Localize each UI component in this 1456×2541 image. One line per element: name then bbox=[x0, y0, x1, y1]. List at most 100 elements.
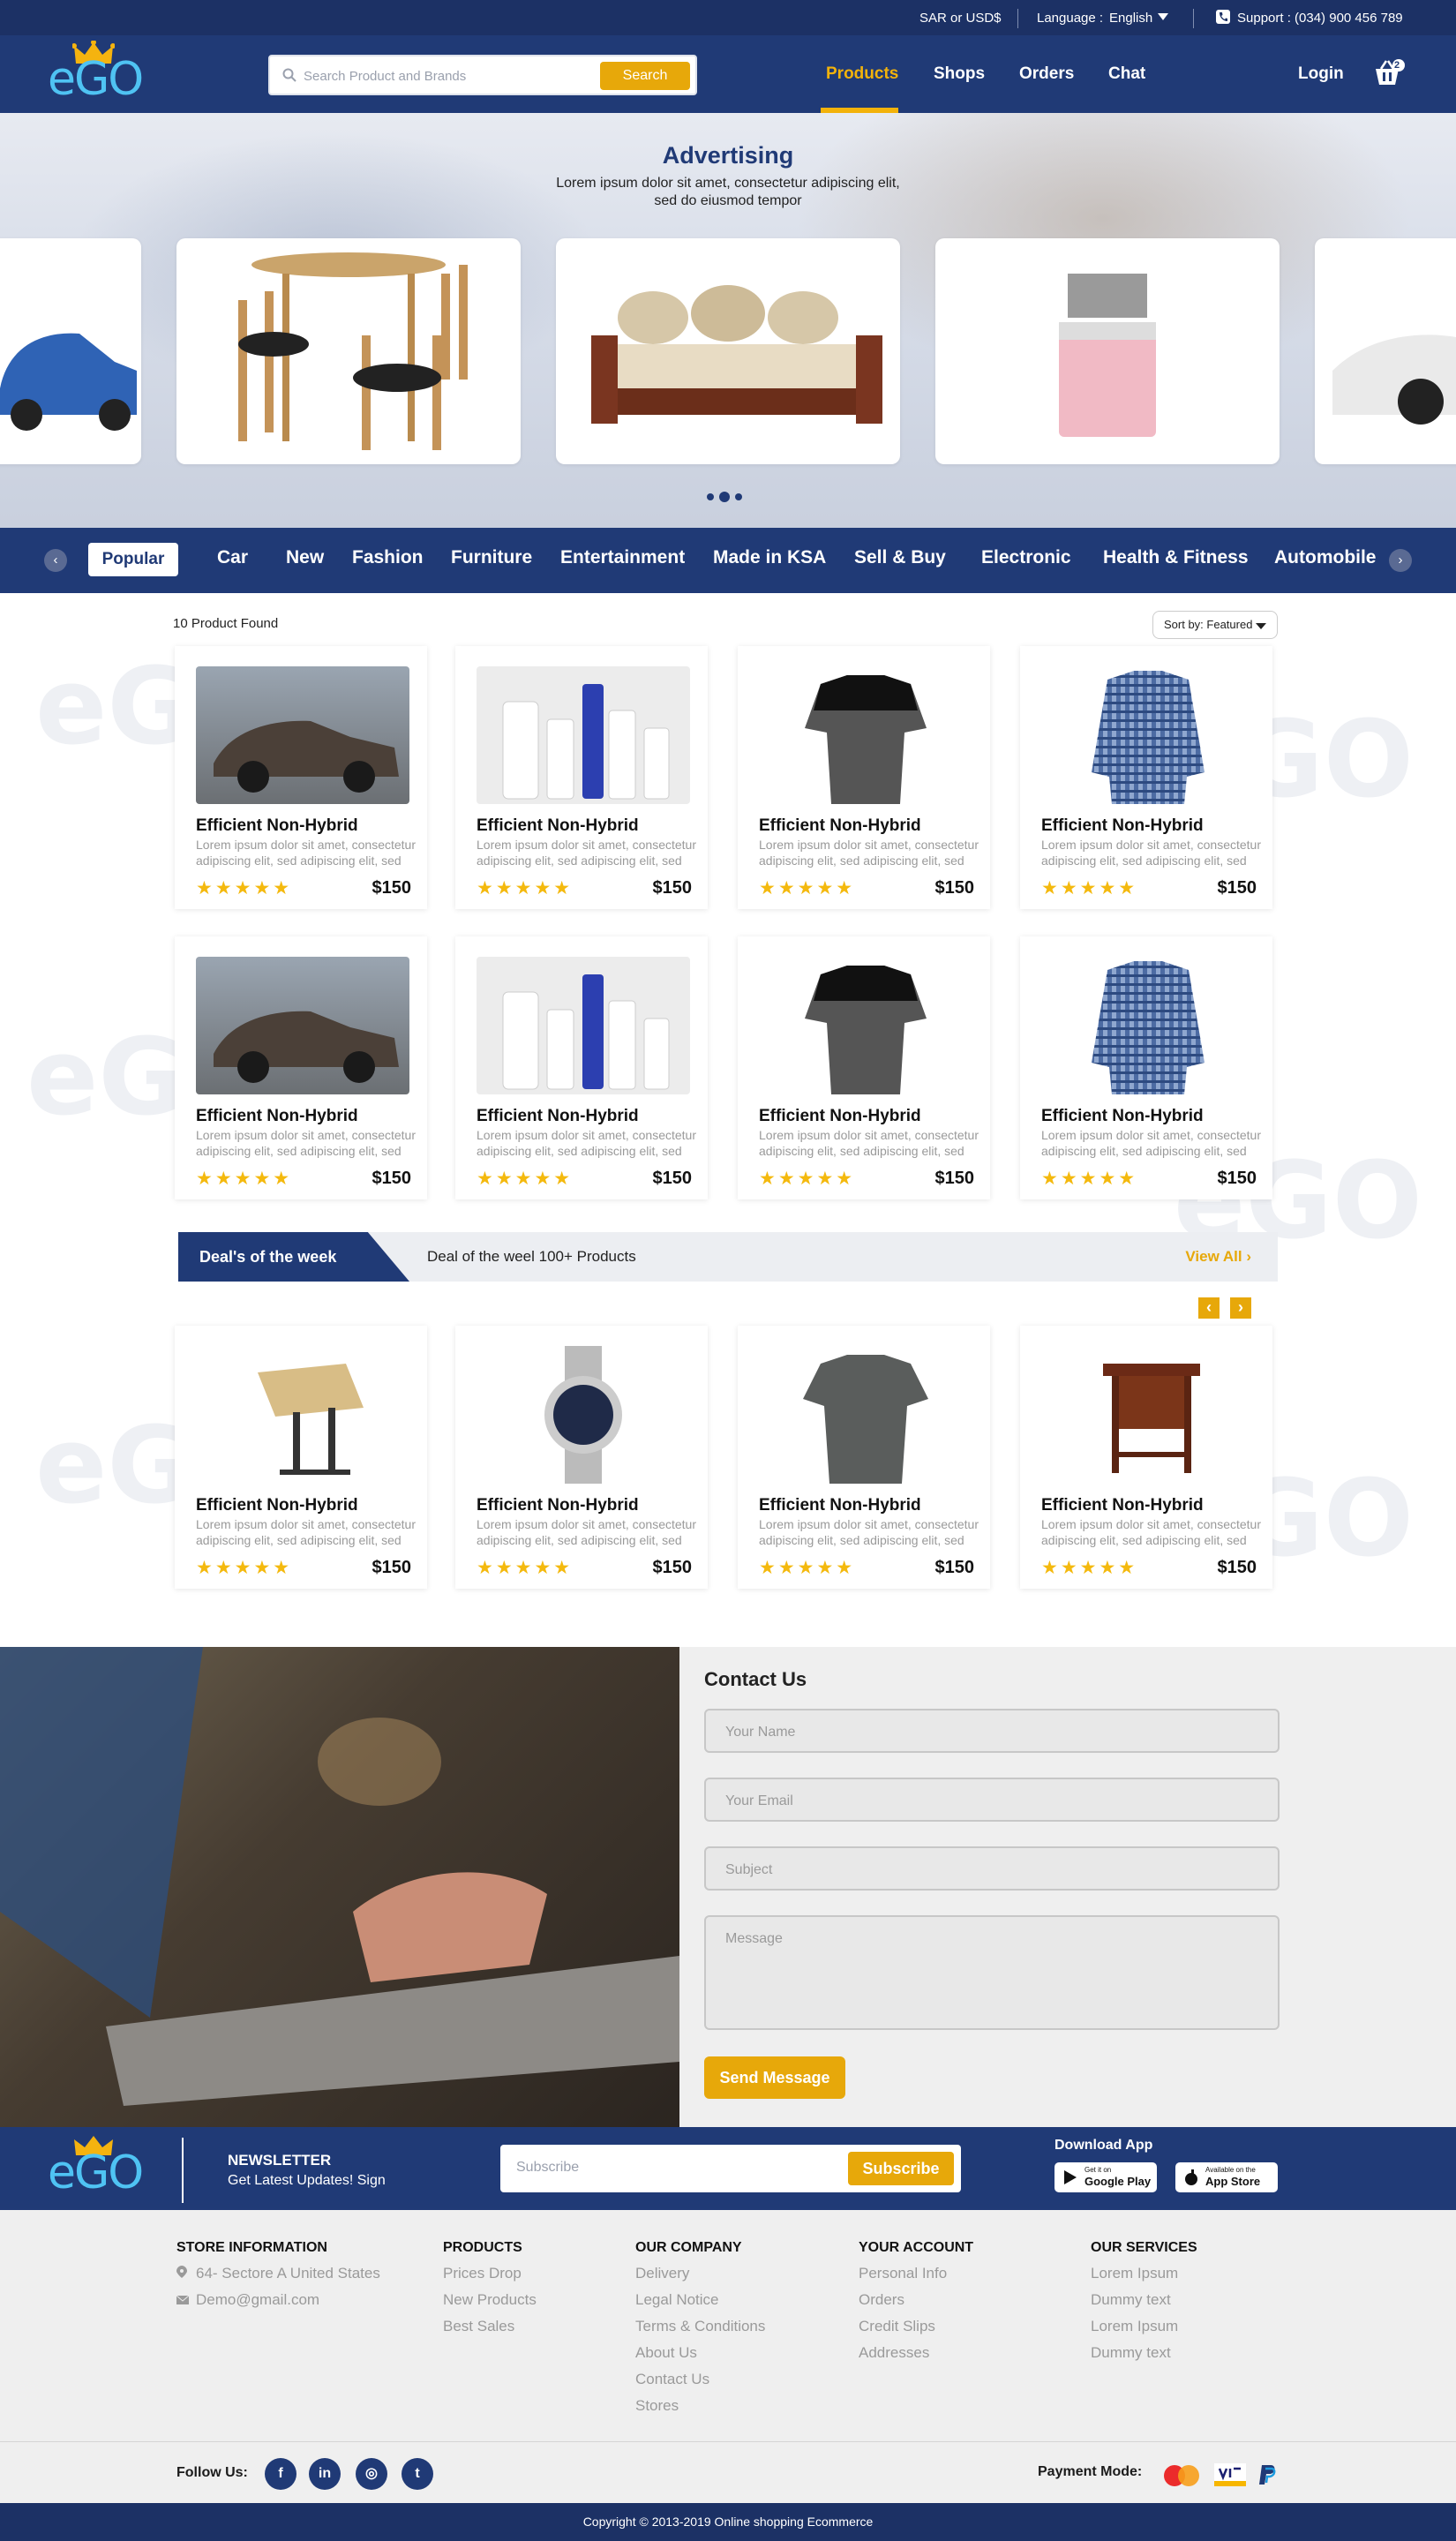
deals-title: Deal's of the week bbox=[178, 1232, 409, 1282]
caret-down-icon bbox=[1256, 623, 1266, 629]
footer-link[interactable]: Prices Drop bbox=[443, 2265, 537, 2291]
category-fashion[interactable]: Fashion bbox=[352, 547, 424, 568]
footer-link[interactable]: Personal Info bbox=[859, 2265, 973, 2291]
category-made-in-ksa[interactable]: Made in KSA bbox=[713, 547, 826, 568]
search-button[interactable]: Search bbox=[600, 62, 690, 90]
facebook-icon[interactable]: f bbox=[265, 2458, 296, 2490]
subject-field[interactable]: Subject bbox=[704, 1846, 1280, 1891]
footer-link[interactable]: Stores bbox=[635, 2397, 765, 2424]
advertising-banner: Advertising Lorem ipsum dolor sit amet, … bbox=[0, 113, 1456, 528]
footer-link[interactable]: Addresses bbox=[859, 2344, 973, 2371]
product-description: Lorem ipsum dolor sit amet, consectetur … bbox=[759, 838, 979, 868]
deal-product-card[interactable]: Efficient Non-Hybrid Lorem ipsum dolor s… bbox=[738, 1326, 990, 1589]
google-play-badge[interactable]: Get it on Google Play bbox=[1054, 2162, 1157, 2192]
nav-products[interactable]: Products bbox=[826, 64, 898, 84]
rating-stars-icon: ★★★★★ bbox=[759, 1558, 856, 1578]
product-description: Lorem ipsum dolor sit amet, consectetur … bbox=[196, 1517, 416, 1547]
product-image-watch bbox=[477, 1346, 690, 1484]
product-name: Efficient Non-Hybrid bbox=[1041, 1496, 1204, 1515]
carousel-card-dining-table[interactable] bbox=[176, 238, 521, 464]
footer-link[interactable]: Dummy text bbox=[1091, 2344, 1197, 2371]
category-popular[interactable]: Popular bbox=[88, 543, 178, 576]
cart-icon[interactable] bbox=[1374, 58, 1406, 86]
email-field[interactable]: Your Email bbox=[704, 1778, 1280, 1822]
products-column: PRODUCTS Prices Drop New Products Best S… bbox=[443, 2240, 537, 2344]
deal-product-card[interactable]: Efficient Non-Hybrid Lorem ipsum dolor s… bbox=[1020, 1326, 1272, 1589]
footer-link[interactable]: New Products bbox=[443, 2291, 537, 2318]
product-card[interactable]: Efficient Non-Hybrid Lorem ipsum dolor s… bbox=[1020, 936, 1272, 1199]
footer-link[interactable]: Dummy text bbox=[1091, 2291, 1197, 2318]
footer-link[interactable]: Lorem Ipsum bbox=[1091, 2318, 1197, 2344]
category-electronic[interactable]: Electronic bbox=[981, 547, 1071, 568]
footer-link[interactable]: Lorem Ipsum bbox=[1091, 2265, 1197, 2291]
chevron-left-icon[interactable]: ‹ bbox=[44, 549, 67, 572]
category-new[interactable]: New bbox=[286, 547, 324, 568]
category-furniture[interactable]: Furniture bbox=[451, 547, 532, 568]
search-icon bbox=[282, 68, 296, 82]
currency-selector[interactable]: SAR or USD$ bbox=[919, 11, 1002, 26]
footer-link[interactable]: About Us bbox=[635, 2344, 765, 2371]
deal-product-card[interactable]: Efficient Non-Hybrid Lorem ipsum dolor s… bbox=[455, 1326, 708, 1589]
footer-link[interactable]: Contact Us bbox=[635, 2371, 765, 2397]
carousel-card-car-blue[interactable] bbox=[0, 238, 141, 464]
product-card[interactable]: Efficient Non-Hybrid Lorem ipsum dolor s… bbox=[1020, 646, 1272, 909]
carousel-card-perfume[interactable] bbox=[935, 238, 1280, 464]
nav-shops[interactable]: Shops bbox=[934, 64, 985, 84]
product-card[interactable]: Efficient Non-Hybrid Lorem ipsum dolor s… bbox=[455, 936, 708, 1199]
cart-count: 2 bbox=[1394, 60, 1400, 71]
footer-link[interactable]: Terms & Conditions bbox=[635, 2318, 765, 2344]
name-field[interactable]: Your Name bbox=[704, 1709, 1280, 1753]
sort-label: Sort by: Featured bbox=[1164, 618, 1253, 631]
login-link[interactable]: Login bbox=[1298, 64, 1344, 84]
support-phone: Support : (034) 900 456 789 bbox=[1237, 11, 1403, 26]
chevron-left-icon[interactable]: ‹ bbox=[1198, 1297, 1220, 1319]
nav-chat[interactable]: Chat bbox=[1108, 64, 1145, 84]
store-email[interactable]: Demo@gmail.com bbox=[176, 2291, 380, 2318]
category-sell-buy[interactable]: Sell & Buy bbox=[854, 547, 946, 568]
subscribe-button[interactable]: Subscribe bbox=[848, 2152, 954, 2185]
carousel-dots[interactable] bbox=[704, 489, 745, 505]
product-card[interactable]: Efficient Non-Hybrid Lorem ipsum dolor s… bbox=[738, 646, 990, 909]
footer-link[interactable]: Credit Slips bbox=[859, 2318, 973, 2344]
twitter-icon[interactable]: t bbox=[402, 2458, 433, 2490]
chevron-right-icon[interactable]: › bbox=[1389, 549, 1412, 572]
product-image-skincare bbox=[477, 666, 690, 804]
footer-link[interactable]: Legal Notice bbox=[635, 2291, 765, 2318]
logo[interactable]: eGO bbox=[48, 53, 144, 106]
carousel-card-sofa[interactable] bbox=[556, 238, 900, 464]
product-name: Efficient Non-Hybrid bbox=[477, 1107, 639, 1125]
footer-link[interactable]: Delivery bbox=[635, 2265, 765, 2291]
category-entertainment[interactable]: Entertainment bbox=[560, 547, 685, 568]
product-card[interactable]: Efficient Non-Hybrid Lorem ipsum dolor s… bbox=[175, 936, 427, 1199]
category-car[interactable]: Car bbox=[217, 547, 248, 568]
product-price: $150 bbox=[1217, 1558, 1257, 1577]
product-price: $150 bbox=[934, 1169, 975, 1188]
divider bbox=[1017, 9, 1018, 28]
send-message-button[interactable]: Send Message bbox=[704, 2056, 845, 2099]
nav-orders[interactable]: Orders bbox=[1019, 64, 1074, 84]
footer-logo[interactable]: eGO bbox=[48, 2146, 144, 2199]
carousel-card-car-white[interactable] bbox=[1315, 238, 1456, 464]
product-card[interactable]: Efficient Non-Hybrid Lorem ipsum dolor s… bbox=[175, 646, 427, 909]
product-card[interactable]: Efficient Non-Hybrid Lorem ipsum dolor s… bbox=[455, 646, 708, 909]
mastercard-icon bbox=[1164, 2465, 1199, 2486]
subscribe-input[interactable]: Subscribe bbox=[516, 2160, 579, 2176]
category-automobile[interactable]: Automobile bbox=[1274, 547, 1377, 568]
search-input[interactable] bbox=[304, 65, 586, 86]
google-play-icon bbox=[1064, 2170, 1077, 2184]
product-card[interactable]: Efficient Non-Hybrid Lorem ipsum dolor s… bbox=[738, 936, 990, 1199]
footer-link[interactable]: Best Sales bbox=[443, 2318, 537, 2344]
sort-dropdown[interactable]: Sort by: Featured bbox=[1152, 611, 1278, 639]
chevron-right-icon[interactable]: › bbox=[1230, 1297, 1251, 1319]
product-image-tshirt bbox=[759, 666, 972, 804]
instagram-icon[interactable]: ◎ bbox=[356, 2458, 387, 2490]
footer-link[interactable]: Orders bbox=[859, 2291, 973, 2318]
deal-product-card[interactable]: Efficient Non-Hybrid Lorem ipsum dolor s… bbox=[175, 1326, 427, 1589]
app-store-badge[interactable]: Available on the App Store bbox=[1175, 2162, 1278, 2192]
blue-car-image bbox=[0, 333, 137, 431]
category-health-fitness[interactable]: Health & Fitness bbox=[1103, 547, 1249, 568]
linkedin-icon[interactable]: in bbox=[309, 2458, 341, 2490]
message-field[interactable]: Message bbox=[704, 1915, 1280, 2030]
language-selector[interactable]: English bbox=[1109, 11, 1152, 26]
view-all-link[interactable]: View All › bbox=[1185, 1248, 1251, 1266]
